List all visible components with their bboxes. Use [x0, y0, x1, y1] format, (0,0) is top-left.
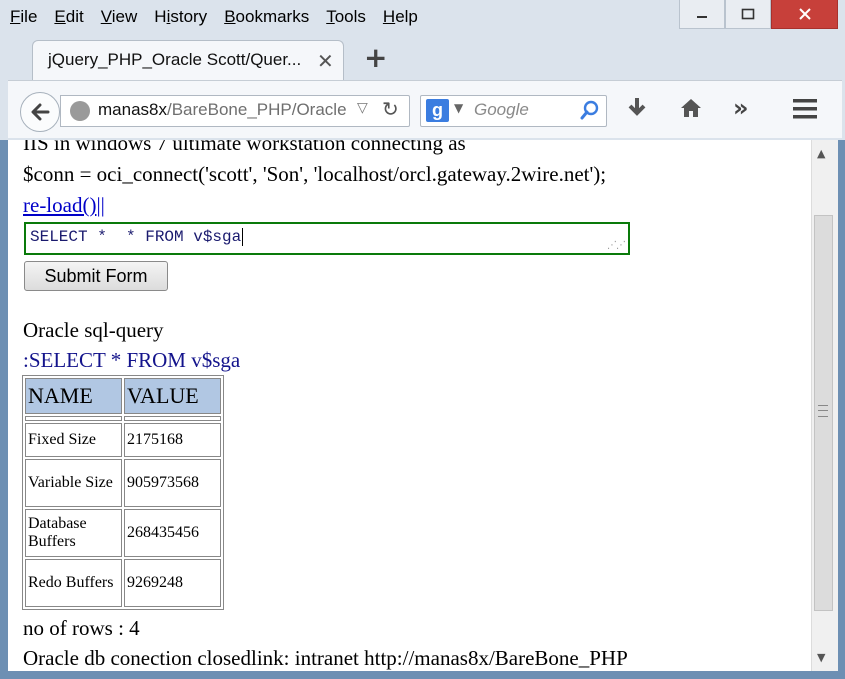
connection-status: Oracle db conection closedlink: intranet…	[23, 646, 628, 670]
table-row: Redo Buffers 9269248	[25, 559, 221, 607]
menu-file-key: F	[10, 7, 21, 26]
maximize-button[interactable]	[725, 0, 771, 29]
url-text[interactable]: manas8x/BareBone_PHP/Oracle	[98, 100, 347, 120]
cell-value: 268435456	[124, 509, 221, 557]
cell-name: Redo Buffers	[25, 559, 122, 607]
menu-help-key: H	[382, 7, 396, 26]
menu-help[interactable]: Help	[383, 7, 418, 27]
reload-row: re-load()||	[23, 193, 105, 218]
menu-edit-rest: dit	[65, 7, 84, 26]
menu-history-pre: H	[154, 7, 167, 26]
menu-help-rest: elp	[395, 7, 418, 26]
query-text: SELECT * * FROM v$sga	[30, 228, 244, 247]
cell-name: Database Buffers	[25, 509, 122, 557]
menu-bookmarks-key: B	[224, 7, 236, 26]
plus-icon[interactable]: +	[364, 44, 387, 72]
table-spacer	[25, 416, 221, 421]
close-icon	[798, 8, 811, 20]
tab-close-icon[interactable]: ✕	[317, 49, 334, 73]
resize-grip-icon[interactable]: ⋰⋰	[607, 240, 626, 251]
menu-file-rest: ile	[20, 7, 38, 26]
search-input[interactable]: Google	[474, 100, 529, 120]
back-button[interactable]	[20, 92, 60, 132]
page-content: IIS in windows 7 ultimate workstation co…	[8, 140, 811, 671]
table-row: Variable Size 905973568	[25, 459, 221, 507]
query-textarea[interactable]: SELECT * * FROM v$sga ⋰⋰	[24, 222, 630, 255]
reload-link[interactable]: re-load()	[23, 193, 96, 217]
intro-line: IIS in windows 7 ultimate workstation co…	[23, 140, 466, 155]
row-count: no of rows : 4	[23, 616, 140, 640]
hamburger-menu-icon[interactable]	[793, 98, 817, 126]
connect-line: $conn = oci_connect('scott', 'Son', 'loc…	[23, 162, 607, 186]
menu-file[interactable]: File	[10, 7, 37, 27]
globe-icon	[70, 101, 90, 121]
menu-bookmarks-rest: ookmarks	[235, 7, 310, 26]
cell-value: 9269248	[124, 559, 221, 607]
minimize-button[interactable]	[679, 0, 725, 29]
section-heading: Oracle sql-query	[23, 318, 164, 342]
reload-separator: ||	[96, 193, 105, 217]
menu-edit-key: E	[54, 7, 66, 26]
menu-bookmarks[interactable]: Bookmarks	[224, 7, 309, 27]
menu-bar: File Edit View History Bookmarks Tools H…	[10, 3, 435, 31]
table-row: Fixed Size 2175168	[25, 423, 221, 457]
minimize-icon	[697, 16, 707, 18]
submit-form-button[interactable]: Submit Form	[24, 261, 168, 291]
menu-view-rest: iew	[111, 7, 138, 26]
table-header-row: NAME VALUE	[25, 378, 221, 414]
home-icon[interactable]	[679, 96, 703, 126]
scroll-grip-icon	[818, 405, 828, 417]
cell-value: 2175168	[124, 423, 221, 457]
header-value: VALUE	[124, 378, 221, 414]
scroll-up-icon[interactable]: ▲	[817, 147, 825, 160]
window-controls	[679, 0, 838, 30]
results-table: NAME VALUE Fixed Size 2175168 Variable S…	[22, 375, 224, 610]
scroll-down-icon[interactable]: ▼	[817, 651, 825, 664]
menu-view[interactable]: View	[101, 7, 138, 27]
chevron-double-right-icon[interactable]: »	[733, 94, 749, 122]
menu-history-rest: story	[170, 7, 208, 26]
menu-edit[interactable]: Edit	[54, 7, 83, 27]
cell-value: 905973568	[124, 459, 221, 507]
menu-tools-key: T	[326, 7, 335, 26]
menu-view-key: V	[100, 7, 112, 26]
google-engine-icon[interactable]: g	[426, 99, 449, 122]
url-dropdown-icon[interactable]: ▽	[357, 100, 368, 116]
url-path: /BareBone_PHP/Oracle	[166, 100, 347, 119]
cell-name: Variable Size	[25, 459, 122, 507]
reload-icon[interactable]: ↻	[382, 97, 399, 121]
table-row: Database Buffers 268435456	[25, 509, 221, 557]
query-echo: :SELECT * FROM v$sga	[23, 348, 241, 372]
tab-title: jQuery_PHP_Oracle Scott/Quer...	[48, 50, 302, 69]
menu-history[interactable]: History	[154, 7, 207, 27]
window-close-button[interactable]	[771, 0, 838, 29]
download-icon[interactable]	[626, 96, 648, 126]
text-caret	[242, 228, 244, 246]
cell-name: Fixed Size	[25, 423, 122, 457]
maximize-icon	[741, 8, 755, 20]
back-arrow-icon	[31, 103, 50, 121]
magnifier-icon[interactable]	[579, 99, 601, 125]
engine-dropdown-icon[interactable]: ▼	[454, 101, 463, 115]
menu-tools[interactable]: Tools	[326, 7, 366, 27]
menu-tools-rest: ools	[334, 7, 366, 26]
header-name: NAME	[25, 378, 122, 414]
url-host: manas8x	[98, 100, 167, 119]
